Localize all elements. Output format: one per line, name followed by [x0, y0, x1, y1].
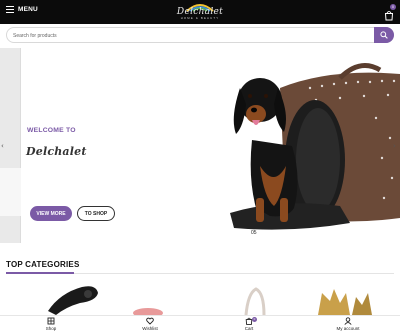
bottom-nav-my-account-label: My account	[336, 326, 360, 331]
bottom-nav-wishlist[interactable]: Wishlist	[120, 317, 180, 335]
menu-button[interactable]: MENU	[6, 6, 38, 13]
hero-slider: ‹ WELCOME TO Delchalet VIEW MORE TO SHOP	[0, 48, 400, 243]
search-button[interactable]	[374, 27, 394, 43]
slider-next-arrow-icon[interactable]: ›	[393, 142, 396, 150]
category-hairdryer-thumbnail[interactable]	[48, 286, 98, 315]
to-shop-button[interactable]: TO SHOP	[77, 206, 115, 221]
category-decor-thumbnail[interactable]	[318, 289, 372, 315]
category-bag-thumbnail[interactable]	[244, 287, 266, 315]
category-pink-item-thumbnail[interactable]	[133, 308, 163, 315]
slide-number: 05	[251, 230, 257, 236]
view-more-button[interactable]: VIEW MORE	[30, 206, 72, 221]
heart-icon	[146, 317, 154, 325]
search-icon	[380, 31, 388, 39]
shopping-bag-icon	[384, 10, 394, 21]
menu-label: MENU	[18, 6, 38, 13]
slider-prev-arrow-icon[interactable]: ‹	[1, 142, 4, 150]
bottom-nav-cart-count-badge: 0	[252, 317, 257, 322]
user-icon	[344, 317, 352, 325]
hero-welcome-text: WELCOME TO	[27, 127, 76, 134]
search-bar	[6, 27, 394, 43]
bottom-nav-cart-label: Cart	[244, 326, 254, 331]
header-cart-button[interactable]: 0	[384, 4, 396, 21]
search-input[interactable]	[13, 30, 373, 41]
site-header: MENU Delchalet HOME & BEAUTY 0	[0, 0, 400, 24]
bottom-nav-cart[interactable]: 0 Cart	[219, 317, 279, 335]
dog-carrier-image	[230, 63, 400, 230]
previous-slide-image	[0, 168, 21, 216]
header-cart-count-badge: 0	[390, 4, 396, 10]
bottom-nav-shop-label: Shop	[45, 326, 57, 331]
section-title-underline	[6, 272, 74, 274]
section-title-top-categories: TOP CATEGORIES	[6, 260, 80, 269]
bottom-nav-shop[interactable]: Shop	[21, 317, 81, 335]
site-logo[interactable]: Delchalet HOME & BEAUTY	[163, 2, 237, 22]
bottom-nav-my-account[interactable]: My account	[318, 317, 378, 335]
bottom-navigation: Shop Wishlist 0 Cart My account	[0, 315, 400, 335]
bottom-nav-wishlist-label: Wishlist	[142, 326, 158, 331]
hero-brand-logo: Delchalet	[26, 145, 87, 158]
category-thumbnails	[0, 285, 400, 315]
logo-subtext: HOME & BEAUTY	[180, 16, 220, 20]
hamburger-icon	[6, 6, 14, 13]
shop-icon	[47, 317, 55, 325]
